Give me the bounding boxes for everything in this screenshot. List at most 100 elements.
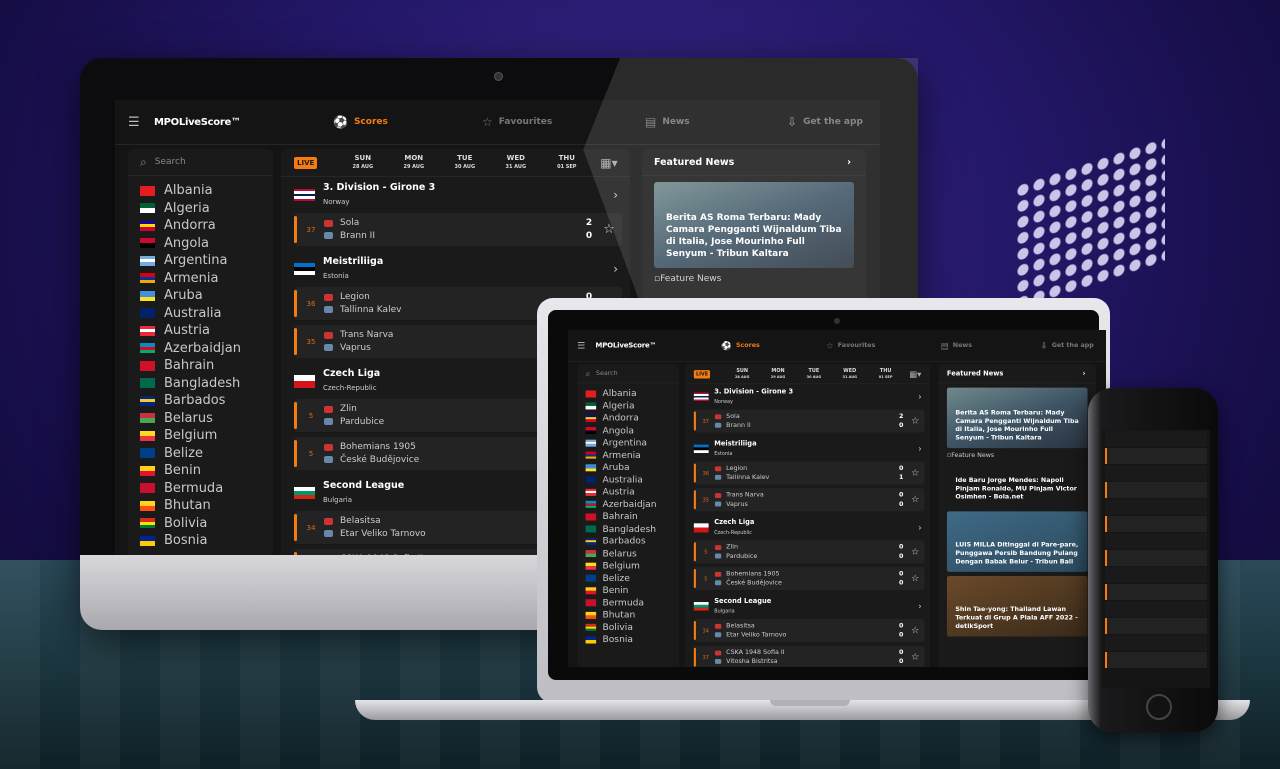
search-input[interactable]: ⌕ Search — [577, 364, 680, 384]
favourite-star-icon[interactable]: ☆ — [906, 625, 924, 636]
country-item[interactable]: Aruba — [128, 287, 273, 305]
country-item[interactable]: Belize — [128, 445, 273, 463]
country-item[interactable]: Albania — [577, 388, 679, 400]
phone-league-row[interactable] — [1105, 567, 1207, 583]
date-tab[interactable]: WED 31 AUG — [490, 154, 541, 172]
country-item[interactable]: Bhutan — [128, 497, 273, 515]
country-item[interactable]: Argentina — [128, 252, 273, 270]
country-item[interactable]: Benin — [577, 584, 679, 596]
date-tab[interactable]: TUE 30 AUG — [796, 368, 832, 381]
country-item[interactable]: Algeria — [577, 400, 679, 412]
favourite-star-icon[interactable]: ☆ — [596, 222, 622, 237]
date-tab[interactable]: MON 29 AUG — [760, 368, 796, 381]
favourite-star-icon[interactable]: ☆ — [906, 652, 924, 663]
nav-favourites[interactable]: ☆ Favourites — [826, 341, 875, 351]
country-item[interactable]: Belarus — [128, 410, 273, 428]
date-tab[interactable]: SUN 28 AUG — [724, 368, 760, 381]
news-card[interactable]: Ide Baru Jorge Mendes: Napoli Pinjam Ron… — [946, 463, 1088, 508]
date-tab[interactable]: THU 01 SEP — [868, 368, 904, 381]
favourite-star-icon[interactable]: ☆ — [906, 547, 924, 558]
league-header[interactable]: 3. Division - Girone 3 Norway › — [685, 384, 930, 409]
match-row[interactable]: 34BelasitsaEtar Veliko Tarnovo00☆ — [693, 618, 925, 643]
country-item[interactable]: Bangladesh — [577, 523, 679, 535]
search-input[interactable]: ⌕ Search — [128, 149, 273, 176]
favourite-star-icon[interactable]: ☆ — [906, 416, 924, 427]
calendar-icon[interactable]: ▦▾ — [909, 369, 921, 379]
country-item[interactable]: Bosnia — [128, 532, 273, 550]
date-tab[interactable]: SUN 28 AUG — [337, 154, 388, 172]
country-item[interactable]: Angola — [577, 425, 679, 437]
chevron-right-icon[interactable]: › — [613, 262, 618, 276]
chevron-right-icon[interactable]: › — [918, 601, 921, 611]
news-broken-image[interactable]: ▫Feature News — [947, 452, 1088, 459]
date-tab[interactable]: WED 31 AUG — [832, 368, 868, 381]
country-item[interactable]: Belgium — [128, 427, 273, 445]
match-row[interactable]: 37 Sola Brann II 2 0 ☆ — [693, 409, 925, 433]
country-item[interactable]: Barbados — [128, 392, 273, 410]
date-tab[interactable]: THU 01 SEP — [541, 154, 592, 172]
chevron-right-icon[interactable]: › — [847, 157, 851, 168]
country-item[interactable]: Argentina — [577, 437, 679, 449]
news-card[interactable]: Berita AS Roma Terbaru: Mady Camara Peng… — [946, 387, 1088, 449]
league-header[interactable]: Second League Bulgaria › — [685, 594, 930, 619]
country-item[interactable]: Azerbaidjan — [128, 340, 273, 358]
chevron-right-icon[interactable]: › — [613, 188, 618, 202]
live-button[interactable]: LIVE — [693, 369, 711, 379]
country-item[interactable]: Belize — [577, 572, 679, 584]
nav-scores[interactable]: ⚽ Scores — [721, 341, 760, 351]
country-item[interactable]: Algeria — [128, 200, 273, 218]
country-item[interactable]: Bahrain — [577, 511, 679, 523]
phone-league-row[interactable] — [1105, 465, 1207, 481]
live-button[interactable]: LIVE — [294, 156, 318, 169]
calendar-icon[interactable]: ▦▾ — [600, 156, 617, 170]
nav-get-the-app[interactable]: ⇩ Get the app — [787, 115, 863, 129]
phone-league-row[interactable] — [1105, 499, 1207, 515]
country-item[interactable]: Belarus — [577, 548, 679, 560]
match-row[interactable]: 5Bohemians 1905České Budějovice00☆ — [693, 566, 925, 591]
date-tab[interactable]: TUE 30 AUG — [439, 154, 490, 172]
phone-league-row[interactable] — [1105, 533, 1207, 549]
favourite-star-icon[interactable]: ☆ — [906, 468, 924, 479]
phone-match-row[interactable] — [1105, 516, 1207, 532]
chevron-right-icon[interactable]: › — [1083, 370, 1086, 378]
news-card[interactable]: Berita AS Roma Terbaru: Mady Camara Peng… — [654, 182, 854, 268]
favourite-star-icon[interactable]: ☆ — [906, 573, 924, 584]
menu-icon[interactable]: ☰ — [128, 115, 140, 130]
match-row[interactable]: 37CSKA 1948 Sofia IIVitosha Bistritsa00☆ — [693, 645, 925, 667]
country-item[interactable]: Benin — [128, 462, 273, 480]
chevron-right-icon[interactable]: › — [918, 444, 921, 454]
phone-match-row[interactable] — [1105, 584, 1207, 600]
country-item[interactable]: Australia — [128, 305, 273, 323]
phone-match-row[interactable] — [1105, 550, 1207, 566]
chevron-right-icon[interactable]: › — [918, 392, 921, 402]
country-item[interactable]: Bhutan — [577, 609, 679, 621]
match-row[interactable]: 5ZlinPardubice00☆ — [693, 540, 925, 564]
country-item[interactable]: Barbados — [577, 535, 679, 547]
date-tab[interactable]: MON 29 AUG — [388, 154, 439, 172]
country-item[interactable]: Bolivia — [128, 515, 273, 533]
country-item[interactable]: Bermuda — [128, 480, 273, 498]
league-header[interactable]: 3. Division - Girone 3 Norway › — [281, 177, 630, 213]
match-row[interactable]: 35Trans NarvaVaprus00☆ — [693, 488, 925, 512]
country-item[interactable]: Angola — [128, 235, 273, 253]
country-item[interactable]: Albania — [128, 182, 273, 200]
country-item[interactable]: Aruba — [577, 461, 679, 473]
league-header[interactable]: Czech Liga Czech-Republic › — [685, 515, 930, 540]
phone-league-row[interactable] — [1105, 635, 1207, 651]
match-row[interactable]: 36LegionTallinna Kalev01☆ — [693, 461, 925, 485]
phone-match-row[interactable] — [1105, 618, 1207, 634]
nav-get-the-app[interactable]: ⇩ Get the app — [1040, 341, 1093, 351]
phone-league-row[interactable] — [1105, 601, 1207, 617]
news-card[interactable]: LUIS MILLA Ditinggal di Pare-pare, Pungg… — [946, 511, 1088, 572]
nav-favourites[interactable]: ☆ Favourites — [482, 115, 552, 129]
news-card[interactable]: Shin Tae-yong: Thailand Lawan Terkuat di… — [946, 576, 1088, 637]
country-item[interactable]: Azerbaidjan — [577, 498, 679, 510]
country-item[interactable]: Austria — [128, 322, 273, 340]
phone-match-row[interactable] — [1105, 448, 1207, 464]
phone-home-button[interactable] — [1146, 694, 1172, 720]
country-item[interactable]: Armenia — [128, 270, 273, 288]
country-item[interactable]: Belgium — [577, 560, 679, 572]
phone-league-row[interactable] — [1105, 431, 1207, 447]
chevron-right-icon[interactable]: › — [918, 523, 921, 533]
nav-news[interactable]: ▤ News — [941, 341, 972, 351]
